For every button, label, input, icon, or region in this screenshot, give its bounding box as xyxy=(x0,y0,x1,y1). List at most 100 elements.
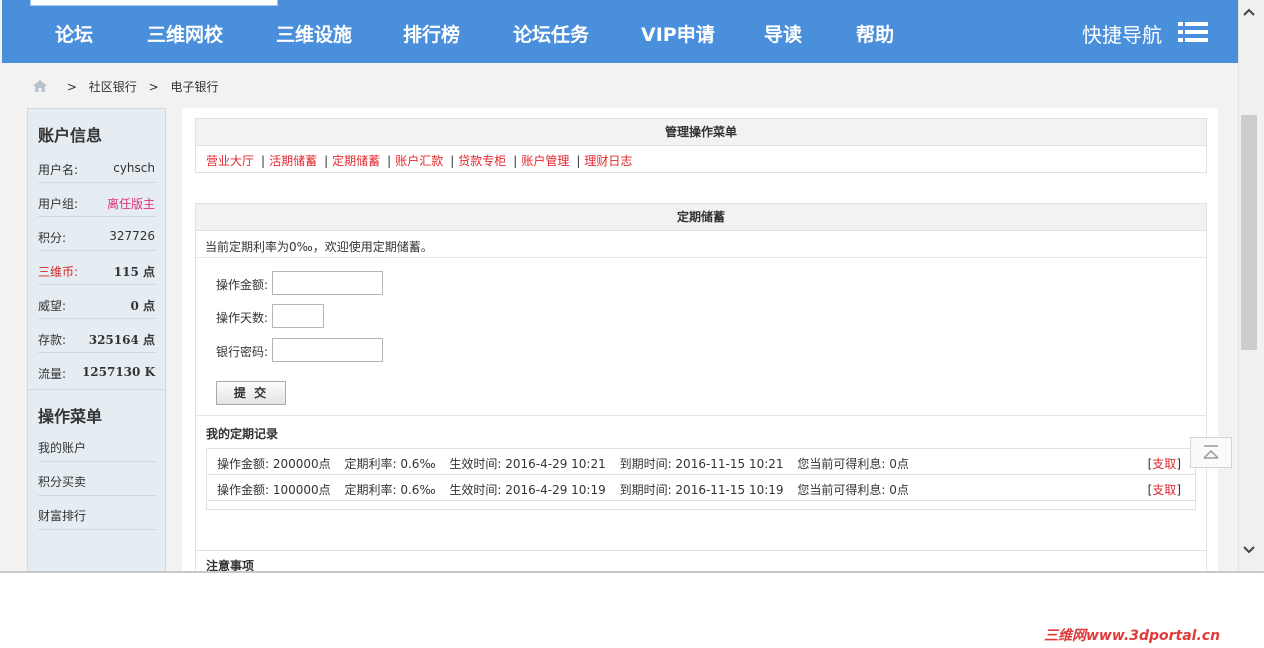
info-label: 用户组: xyxy=(38,197,79,211)
info-value[interactable]: 离任版主 xyxy=(107,195,155,212)
nav-help[interactable]: 帮助 xyxy=(856,20,894,47)
records-title: 我的定期记录 xyxy=(206,427,279,441)
account-info-title: 账户信息 xyxy=(38,126,103,145)
watermark-text: 三维网www.3dportal.cn xyxy=(1044,628,1221,644)
record-start-time: 生效时间: 2016-4-29 10:21 xyxy=(449,457,606,471)
breadcrumb: > 社区银行 > 电子银行 xyxy=(33,78,218,95)
breadcrumb-separator: > xyxy=(148,80,159,94)
chevron-up-icon[interactable] xyxy=(1239,2,1259,22)
info-row-usergroup: 用户组: 离任版主 xyxy=(38,183,155,217)
info-row-points: 积分: 327726 xyxy=(38,217,155,251)
link-separator: | xyxy=(324,154,329,168)
link-business-hall[interactable]: 营业大厅 xyxy=(206,154,254,168)
info-label: 三维币: xyxy=(38,265,79,279)
info-value: 0 点 xyxy=(130,299,155,313)
link-separator: | xyxy=(261,154,266,168)
nav-ranking[interactable]: 排行榜 xyxy=(403,20,460,47)
quick-nav-link[interactable]: 快捷导航 xyxy=(1082,19,1162,48)
info-value: 327726 xyxy=(109,229,155,243)
record-amount: 操作金额: 200000点 xyxy=(217,457,331,471)
withdraw-link[interactable]: 支取 xyxy=(1152,457,1176,471)
password-input[interactable] xyxy=(272,338,383,362)
info-label: 用户名: xyxy=(38,163,79,177)
days-label: 操作天数: xyxy=(216,311,269,325)
nav-online-school[interactable]: 三维网校 xyxy=(147,20,223,47)
notes-title: 注意事项 xyxy=(196,550,1206,571)
record-amount: 操作金额: 100000点 xyxy=(217,483,331,497)
table-row: 操作金额: 100000点 定期利率: 0.6‰ 生效时间: 2016-4-29… xyxy=(207,475,1195,501)
nav-guide[interactable]: 导读 xyxy=(764,20,802,47)
nav-facilities[interactable]: 三维设施 xyxy=(276,20,352,47)
back-to-top-button[interactable] xyxy=(1190,437,1232,468)
info-value: 325164 点 xyxy=(88,333,155,347)
breadcrumb-e-bank[interactable]: 电子银行 xyxy=(170,80,218,94)
back-to-top-icon xyxy=(1203,445,1219,459)
info-row-prestige: 威望: 0 点 xyxy=(38,285,155,319)
withdraw-link[interactable]: 支取 xyxy=(1152,483,1176,497)
scrollbar-thumb[interactable] xyxy=(1241,115,1257,350)
link-loan-counter[interactable]: 贷款专柜 xyxy=(458,154,506,168)
header-tab-stub xyxy=(30,0,278,6)
info-value: cyhsch xyxy=(113,161,155,175)
link-separator: | xyxy=(450,154,455,168)
record-due-time: 到期时间: 2016-11-15 10:19 xyxy=(619,483,784,497)
info-row-traffic: 流量: 1257130 K xyxy=(38,353,155,387)
nav-vip-apply[interactable]: VIP申请 xyxy=(641,20,715,47)
info-label: 积分: xyxy=(38,231,67,245)
record-rate: 定期利率: 0.6‰ xyxy=(344,483,436,497)
chevron-down-icon[interactable] xyxy=(1239,540,1259,560)
record-interest: 您当前可得利息: 0点 xyxy=(797,457,909,471)
record-text: 操作金额: 100000点 定期利率: 0.6‰ 生效时间: 2016-4-29… xyxy=(217,481,919,498)
management-menu-title: 管理操作菜单 xyxy=(196,119,1206,146)
link-demand-deposit[interactable]: 活期储蓄 xyxy=(269,154,317,168)
sidebar-item-points-trade[interactable]: 积分买卖 xyxy=(38,462,155,496)
submit-button[interactable]: 提 交 xyxy=(216,381,286,405)
record-action: [支取] xyxy=(1147,483,1181,497)
record-start-time: 生效时间: 2016-4-29 10:19 xyxy=(449,483,606,497)
days-input[interactable] xyxy=(272,304,324,328)
top-navigation: 论坛 三维网校 三维设施 排行榜 论坛任务 VIP申请 导读 帮助 快捷导航 xyxy=(2,0,1238,63)
hamburger-icon[interactable] xyxy=(1178,22,1208,42)
record-rate: 定期利率: 0.6‰ xyxy=(344,457,436,471)
sidebar: 账户信息 用户名: cyhsch 用户组: 离任版主 积分: 327726 三维… xyxy=(27,108,166,571)
table-row: 操作金额: 200000点 定期利率: 0.6‰ 生效时间: 2016-4-29… xyxy=(207,449,1195,475)
link-separator: | xyxy=(576,154,581,168)
info-row-coins: 三维币: 115 点 xyxy=(38,251,155,285)
home-icon[interactable] xyxy=(33,80,47,92)
amount-input[interactable] xyxy=(272,271,383,295)
link-separator: | xyxy=(513,154,518,168)
link-separator: | xyxy=(387,154,392,168)
link-account-management[interactable]: 账户管理 xyxy=(521,154,569,168)
info-label: 威望: xyxy=(38,299,67,313)
link-remittance[interactable]: 账户汇款 xyxy=(395,154,443,168)
records-table: 操作金额: 200000点 定期利率: 0.6‰ 生效时间: 2016-4-29… xyxy=(206,448,1196,510)
info-value: 1257130 K xyxy=(81,365,155,379)
breadcrumb-separator: > xyxy=(66,80,77,94)
nav-forum[interactable]: 论坛 xyxy=(55,20,93,47)
nav-forum-tasks[interactable]: 论坛任务 xyxy=(513,20,589,47)
sidebar-item-my-account[interactable]: 我的账户 xyxy=(38,428,155,462)
breadcrumb-community-bank[interactable]: 社区银行 xyxy=(89,80,137,94)
info-row-username: 用户名: cyhsch xyxy=(38,149,155,183)
link-finance-log[interactable]: 理财日志 xyxy=(584,154,632,168)
main-panel: 管理操作菜单 营业大厅 | 活期储蓄 | 定期储蓄 | 账户汇款 | 贷款专柜 | 账户管理 | 理财日… xyxy=(182,108,1218,571)
record-due-time: 到期时间: 2016-11-15 10:21 xyxy=(619,457,784,471)
management-menu-links: 营业大厅 | 活期储蓄 | 定期储蓄 | 账户汇款 | 贷款专柜 | 账户管理 | 理财日志 xyxy=(196,146,1206,169)
fixed-deposit-form: 操作金额: 操作天数: 银行密码: 提 交 xyxy=(196,258,1206,416)
info-label: 流量: xyxy=(38,367,67,381)
amount-label: 操作金额: xyxy=(216,278,269,292)
fixed-deposit-title: 定期储蓄 xyxy=(196,204,1206,231)
record-text: 操作金额: 200000点 定期利率: 0.6‰ 生效时间: 2016-4-29… xyxy=(217,455,919,472)
sidebar-item-wealth-ranking[interactable]: 财富排行 xyxy=(38,496,155,530)
browser-viewport: 论坛 三维网校 三维设施 排行榜 论坛任务 VIP申请 导读 帮助 快捷导航 >… xyxy=(0,0,1264,573)
record-action: [支取] xyxy=(1147,457,1181,471)
password-label: 银行密码: xyxy=(216,345,269,359)
rate-info-text: 当前定期利率为0‰，欢迎使用定期储蓄。 xyxy=(196,231,1206,258)
fixed-deposit-box: 定期储蓄 当前定期利率为0‰，欢迎使用定期储蓄。 操作金额: 操作天数: 银行密… xyxy=(195,203,1207,571)
management-menu-box: 管理操作菜单 营业大厅 | 活期储蓄 | 定期储蓄 | 账户汇款 | 贷款专柜 | 账户管理 | 理财日… xyxy=(195,118,1207,173)
vertical-scrollbar[interactable] xyxy=(1238,0,1258,571)
info-label: 存款: xyxy=(38,333,67,347)
info-row-deposit: 存款: 325164 点 xyxy=(38,319,155,353)
link-fixed-deposit[interactable]: 定期储蓄 xyxy=(332,154,380,168)
operation-menu-title: 操作菜单 xyxy=(38,407,103,426)
